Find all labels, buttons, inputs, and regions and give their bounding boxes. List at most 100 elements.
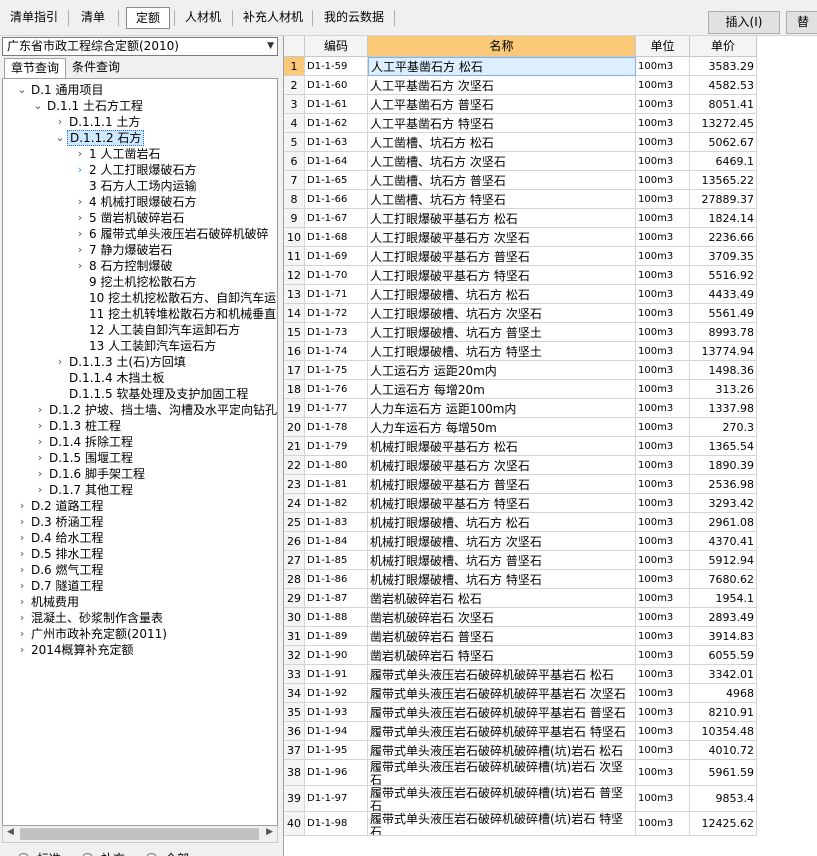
tree-node-d4[interactable]: › D.4 给水工程: [3, 530, 277, 546]
tree-node-item-10[interactable]: 10 挖土机挖松散石方、自卸汽车运: [3, 290, 277, 306]
chevron-right-icon[interactable]: ›: [35, 402, 45, 418]
tree-node-item-3[interactable]: 3 石方人工场内运输: [3, 178, 277, 194]
tab-labor-material-machine[interactable]: 人材机: [180, 7, 226, 29]
tree-node-d1-7[interactable]: › D.1.7 其他工程: [3, 482, 277, 498]
column-header-name[interactable]: 名称: [368, 36, 636, 57]
tab-supplement-labor-material[interactable]: 补充人材机: [238, 7, 308, 29]
tree-node-item-6[interactable]: › 6 履带式单头液压岩石破碎机破碎: [3, 226, 277, 242]
table-row[interactable]: 12 D1-1-70 人工打眼爆破平基石方 特坚石 100m3 5516.92: [284, 266, 817, 285]
table-row[interactable]: 5 D1-1-63 人工凿槽、坑石方 松石 100m3 5062.67: [284, 133, 817, 152]
table-row[interactable]: 30 D1-1-88 凿岩机破碎岩石 次坚石 100m3 2893.49: [284, 608, 817, 627]
chevron-right-icon[interactable]: ›: [75, 210, 85, 226]
tree-node-d1-4[interactable]: › D.1.4 拆除工程: [3, 434, 277, 450]
table-row[interactable]: 40 D1-1-98 履带式单头液压岩石破碎机破碎槽(坑)岩石 特坚石 100m3 12…: [284, 812, 817, 836]
tree-node-d1-5[interactable]: › D.1.5 围堰工程: [3, 450, 277, 466]
tree-node-item-1[interactable]: › 1 人工凿岩石: [3, 146, 277, 162]
table-row[interactable]: 39 D1-1-97 履带式单头液压岩石破碎机破碎槽(坑)岩石 普坚石 100m3 98…: [284, 786, 817, 812]
radio-supplement[interactable]: 补充: [82, 851, 125, 856]
quota-library-select[interactable]: 广东省市政工程综合定额(2010) ▼: [2, 37, 278, 56]
tree-node-item-13[interactable]: 13 人工装卸汽车运石方: [3, 338, 277, 354]
tab-my-cloud-data[interactable]: 我的云数据: [318, 7, 390, 29]
table-row[interactable]: 8 D1-1-66 人工凿槽、坑石方 特坚石 100m3 27889.37: [284, 190, 817, 209]
chevron-right-icon[interactable]: ›: [17, 610, 27, 626]
tree-node-item-9[interactable]: 9 挖土机挖松散石方: [3, 274, 277, 290]
tree-node-d5[interactable]: › D.5 排水工程: [3, 546, 277, 562]
chevron-right-icon[interactable]: ›: [75, 146, 85, 162]
chevron-left-icon[interactable]: ◀: [7, 827, 14, 837]
chevron-right-icon[interactable]: ›: [75, 194, 85, 210]
chevron-right-icon[interactable]: ›: [75, 258, 85, 274]
chevron-right-icon[interactable]: ›: [75, 162, 85, 178]
table-row[interactable]: 11 D1-1-69 人工打眼爆破平基石方 普坚石 100m3 3709.35: [284, 247, 817, 266]
tree-node-d1-1-2[interactable]: ⌄ D.1.1.2 石方: [3, 130, 277, 146]
table-row[interactable]: 27 D1-1-85 机械打眼爆破槽、坑石方 普坚石 100m3 5912.94: [284, 551, 817, 570]
insert-button[interactable]: 插入(I): [708, 11, 780, 34]
tab-condition-query[interactable]: 条件查询: [66, 58, 126, 78]
tree-node-item-11[interactable]: 11 挖土机转堆松散石方和机械垂直: [3, 306, 277, 322]
table-row[interactable]: 20 D1-1-78 人力车运石方 每增50m 100m3 270.3: [284, 418, 817, 437]
table-row[interactable]: 1 D1-1-59 人工平基凿石方 松石 100m3 3583.29: [284, 57, 817, 76]
tree-node-machine-cost[interactable]: › 机械费用: [3, 594, 277, 610]
table-row[interactable]: 2 D1-1-60 人工平基凿石方 次坚石 100m3 4582.53: [284, 76, 817, 95]
table-row[interactable]: 23 D1-1-81 机械打眼爆破平基石方 普坚石 100m3 2536.98: [284, 475, 817, 494]
chevron-down-icon[interactable]: ⌄: [17, 82, 27, 98]
tab-bill-guide[interactable]: 清单指引: [4, 7, 64, 29]
table-row[interactable]: 21 D1-1-79 机械打眼爆破平基石方 松石 100m3 1365.54: [284, 437, 817, 456]
chevron-right-icon[interactable]: ›: [17, 530, 27, 546]
replace-button[interactable]: 替: [786, 11, 817, 34]
chevron-right-icon[interactable]: ›: [17, 594, 27, 610]
table-row[interactable]: 15 D1-1-73 人工打眼爆破槽、坑石方 普坚土 100m3 8993.78: [284, 323, 817, 342]
tree-node-d1-1-3[interactable]: › D.1.1.3 土(石)方回填: [3, 354, 277, 370]
table-row[interactable]: 4 D1-1-62 人工平基凿石方 特坚石 100m3 13272.45: [284, 114, 817, 133]
chevron-right-icon[interactable]: ›: [35, 450, 45, 466]
tab-bill[interactable]: 清单: [76, 7, 110, 29]
chevron-right-icon[interactable]: ›: [17, 514, 27, 530]
chevron-right-icon[interactable]: ›: [75, 226, 85, 242]
tab-quota[interactable]: 定额: [126, 7, 170, 29]
table-row[interactable]: 31 D1-1-89 凿岩机破碎岩石 普坚石 100m3 3914.83: [284, 627, 817, 646]
table-row[interactable]: 33 D1-1-91 履带式单头液压岩石破碎机破碎平基岩石 松石 100m3 3342.…: [284, 665, 817, 684]
table-row[interactable]: 14 D1-1-72 人工打眼爆破槽、坑石方 次坚石 100m3 5561.49: [284, 304, 817, 323]
table-row[interactable]: 19 D1-1-77 人力车运石方 运距100m内 100m3 1337.98: [284, 399, 817, 418]
tree-node-d1-2[interactable]: › D.1.2 护坡、挡土墙、沟槽及水平定向钻孔: [3, 402, 277, 418]
table-row[interactable]: 13 D1-1-71 人工打眼爆破槽、坑石方 松石 100m3 4433.49: [284, 285, 817, 304]
tree-node-d1-1-1[interactable]: › D.1.1.1 土方: [3, 114, 277, 130]
chevron-right-icon[interactable]: ›: [35, 482, 45, 498]
tree-node-d2[interactable]: › D.2 道路工程: [3, 498, 277, 514]
table-row[interactable]: 18 D1-1-76 人工运石方 每增20m 100m3 313.26: [284, 380, 817, 399]
tree-node-d6[interactable]: › D.6 燃气工程: [3, 562, 277, 578]
chevron-right-icon[interactable]: ›: [55, 354, 65, 370]
table-row[interactable]: 32 D1-1-90 凿岩机破碎岩石 特坚石 100m3 6055.59: [284, 646, 817, 665]
tree-node-item-5[interactable]: › 5 凿岩机破碎岩石: [3, 210, 277, 226]
chevron-right-icon[interactable]: ›: [17, 562, 27, 578]
chevron-down-icon[interactable]: ⌄: [55, 130, 65, 146]
table-row[interactable]: 25 D1-1-83 机械打眼爆破槽、坑石方 松石 100m3 2961.08: [284, 513, 817, 532]
tree-node-item-7[interactable]: › 7 静力爆破岩石: [3, 242, 277, 258]
table-row[interactable]: 37 D1-1-95 履带式单头液压岩石破碎机破碎槽(坑)岩石 松石 100m3 401…: [284, 741, 817, 760]
table-row[interactable]: 38 D1-1-96 履带式单头液压岩石破碎机破碎槽(坑)岩石 次坚石 100m3 59…: [284, 760, 817, 786]
table-row[interactable]: 34 D1-1-92 履带式单头液压岩石破碎机破碎平基岩石 次坚石 100m3 4968: [284, 684, 817, 703]
tree-node-d7[interactable]: › D.7 隧道工程: [3, 578, 277, 594]
table-row[interactable]: 9 D1-1-67 人工打眼爆破平基石方 松石 100m3 1824.14: [284, 209, 817, 228]
tree-node-d1-6[interactable]: › D.1.6 脚手架工程: [3, 466, 277, 482]
tree-node-d1-1[interactable]: ⌄ D.1.1 土石方工程: [3, 98, 277, 114]
table-row[interactable]: 28 D1-1-86 机械打眼爆破槽、坑石方 特坚石 100m3 7680.62: [284, 570, 817, 589]
tree-node-item-2[interactable]: › 2 人工打眼爆破石方: [3, 162, 277, 178]
table-row[interactable]: 36 D1-1-94 履带式单头液压岩石破碎机破碎平基岩石 特坚石 100m3 1035…: [284, 722, 817, 741]
table-row[interactable]: 3 D1-1-61 人工平基凿石方 普坚石 100m3 8051.41: [284, 95, 817, 114]
chevron-down-icon[interactable]: ⌄: [33, 98, 43, 114]
chevron-right-icon[interactable]: ›: [35, 466, 45, 482]
chevron-right-icon[interactable]: ›: [17, 626, 27, 642]
column-header-code[interactable]: 编码: [305, 36, 368, 57]
chevron-right-icon[interactable]: ›: [35, 434, 45, 450]
table-row[interactable]: 29 D1-1-87 凿岩机破碎岩石 松石 100m3 1954.1: [284, 589, 817, 608]
tree-node-item-8[interactable]: › 8 石方控制爆破: [3, 258, 277, 274]
chevron-right-icon[interactable]: ›: [17, 498, 27, 514]
chevron-right-icon[interactable]: ▶: [266, 827, 273, 837]
tree-node-d3[interactable]: › D.3 桥涵工程: [3, 514, 277, 530]
chevron-right-icon[interactable]: ›: [17, 578, 27, 594]
table-row[interactable]: 24 D1-1-82 机械打眼爆破平基石方 特坚石 100m3 3293.42: [284, 494, 817, 513]
radio-all[interactable]: 全部: [146, 851, 189, 856]
chevron-right-icon[interactable]: ›: [55, 114, 65, 130]
radio-standard[interactable]: 标准: [18, 851, 61, 856]
